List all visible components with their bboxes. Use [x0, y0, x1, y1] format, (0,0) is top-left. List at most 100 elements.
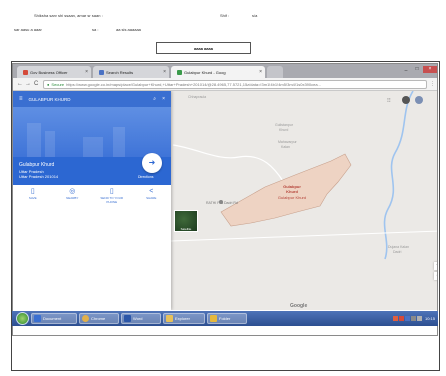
taskbar-label: Folder — [219, 316, 231, 321]
share-label: SHARE — [146, 196, 157, 200]
url-text: https://www.google.co.in/maps/place/Gula… — [66, 82, 321, 87]
hamburger-menu-icon[interactable]: ≡ — [19, 96, 23, 102]
map-search-input[interactable]: GULABPUR KHURD — [29, 97, 71, 102]
explorer-icon — [166, 315, 173, 322]
share-button[interactable]: < SHARE — [136, 188, 166, 210]
tab-favicon-icon — [177, 69, 182, 75]
tab-label: Gulabpur Khurd - Goog — [184, 69, 226, 75]
tray-app-icon[interactable] — [398, 316, 404, 321]
taskbar-item-explorer[interactable]: Explorer — [163, 313, 205, 324]
apps-grid-icon[interactable]: ⁝⁝ — [387, 97, 391, 104]
secure-label: Secure — [51, 82, 65, 87]
directions-label: Directions — [138, 175, 154, 179]
clock[interactable]: 10:15 — [425, 316, 435, 321]
start-button[interactable] — [16, 312, 29, 325]
zoom-in-button[interactable]: + — [434, 262, 437, 270]
zoom-out-button[interactable]: − — [434, 272, 437, 280]
satellite-label: Satellite — [180, 227, 192, 231]
doc-line-1-mid: Shif : — [220, 13, 230, 18]
volume-icon[interactable] — [416, 316, 422, 321]
save-button[interactable]: ▯ SAVE — [18, 188, 48, 210]
save-icon: ▯ — [30, 188, 35, 195]
map-label-bottom1: Dujana Kalan — [388, 245, 410, 249]
submit-button-label: aaaa aaaa — [194, 45, 213, 51]
road-line-2 — [170, 230, 437, 242]
avatar[interactable] — [415, 96, 423, 104]
lock-icon: ● — [47, 82, 50, 87]
reload-icon[interactable]: C — [34, 81, 38, 88]
map-search-bar[interactable]: ≡ GULABPUR KHURD ⌕ × — [13, 91, 171, 107]
map-label-right1: Gulistanpur — [275, 123, 293, 127]
satellite-toggle[interactable]: Satellite — [174, 210, 198, 232]
taskbar-item-chrome[interactable]: Chrome — [79, 313, 119, 324]
map-canvas[interactable]: Chhapraula Gulistanpur Khurd Mahavarpur … — [13, 91, 437, 310]
google-logo: Google — [290, 303, 308, 309]
taskbar-item-document[interactable]: Document — [31, 313, 77, 324]
tab-close-icon[interactable]: × — [259, 69, 262, 75]
map-label-bottom2: Dadri — [393, 250, 402, 254]
photo-building — [113, 127, 125, 157]
place-panel: ≡ GULABPUR KHURD ⌕ × Gulabpur Khurd Utta… — [13, 91, 171, 310]
directions-icon: ➜ — [148, 158, 156, 167]
photo-building — [83, 137, 103, 157]
taskbar-label: Word — [133, 316, 143, 321]
photo-building — [45, 131, 55, 157]
doc-line-2: sar aasu a aaar — [14, 27, 42, 32]
new-tab-button[interactable] — [267, 66, 283, 78]
folder-icon — [210, 315, 217, 322]
tab-gulabpur-khurd[interactable]: Gulabpur Khurd - Goog × — [171, 66, 265, 78]
taskbar-label: Document — [43, 316, 62, 321]
send-to-phone-label: SEND TO YOUR PHONE — [100, 196, 124, 204]
tab-label: Gov Business Officer — [30, 69, 68, 75]
send-to-phone-button[interactable]: ▯ SEND TO YOUR PHONE — [97, 188, 127, 210]
browser-toolbar: ← → C ● Secure https://www.google.co.in/… — [13, 78, 437, 91]
place-subtitle-2: Uttar Pradesh 201014 — [19, 174, 59, 179]
close-window-icon[interactable]: × — [423, 66, 437, 73]
tab-strip: Gov Business Officer × Search Results × … — [13, 64, 437, 78]
nearby-icon: ◎ — [69, 188, 76, 195]
taskbar-label: Chrome — [91, 316, 106, 321]
doc-line-2-right: aa sis aaaaaa — [116, 27, 141, 32]
taskbar-item-folder[interactable]: Folder — [207, 313, 247, 324]
tab-gov-business[interactable]: Gov Business Officer × — [17, 66, 91, 78]
taskbar: Document Chrome Word Explorer Folder 10:… — [12, 311, 438, 326]
landmark-pin-icon[interactable] — [219, 200, 223, 204]
tray-app-icon[interactable] — [392, 316, 398, 321]
region-label-3: Gulabpur Khurd — [277, 195, 307, 200]
directions-button[interactable]: ➜ — [142, 153, 162, 173]
doc-line-2-mid: sa : — [92, 27, 99, 32]
forward-icon[interactable]: → — [25, 81, 31, 88]
tab-favicon-icon — [99, 69, 104, 75]
doc-line-1-right: s/a — [252, 13, 258, 18]
tray-app-icon[interactable] — [404, 316, 410, 321]
tab-close-icon[interactable]: × — [163, 69, 166, 75]
submit-button[interactable]: aaaa aaaa — [156, 42, 251, 54]
search-icon[interactable]: ⌕ — [153, 96, 156, 102]
share-icon: < — [149, 188, 154, 195]
browser-window: Gov Business Officer × Search Results × … — [12, 63, 438, 336]
menu-icon[interactable]: ⋮ — [430, 81, 435, 88]
back-icon[interactable]: ← — [17, 81, 23, 88]
place-photo[interactable] — [13, 107, 171, 157]
phone-icon: ▯ — [109, 188, 114, 195]
nearby-button[interactable]: ◎ NEARBY — [57, 188, 87, 210]
network-icon[interactable] — [410, 316, 416, 321]
address-bar[interactable]: ● Secure https://www.google.co.in/maps/p… — [43, 80, 427, 89]
map-label-top: Chhapraula — [188, 95, 207, 99]
taskbar-label: Explorer — [175, 316, 190, 321]
document-icon — [34, 315, 41, 322]
clear-search-icon[interactable]: × — [162, 96, 165, 102]
photo-building — [27, 123, 41, 157]
word-icon — [124, 315, 131, 322]
minimize-icon[interactable]: _ — [401, 66, 411, 73]
river-line — [383, 91, 414, 260]
tab-search-results[interactable]: Search Results × — [93, 66, 169, 78]
tab-close-icon[interactable]: × — [85, 69, 88, 75]
chrome-icon — [82, 315, 89, 322]
doc-line-1-text: Shiksha sarv shi ssaan, amar sr saan : — [34, 13, 103, 18]
taskbar-item-word[interactable]: Word — [121, 313, 161, 324]
notifications-icon[interactable] — [402, 96, 410, 104]
map-label-right1b: Khurd — [279, 128, 289, 132]
maximize-icon[interactable]: □ — [412, 66, 422, 73]
nearby-label: NEARBY — [66, 196, 79, 200]
